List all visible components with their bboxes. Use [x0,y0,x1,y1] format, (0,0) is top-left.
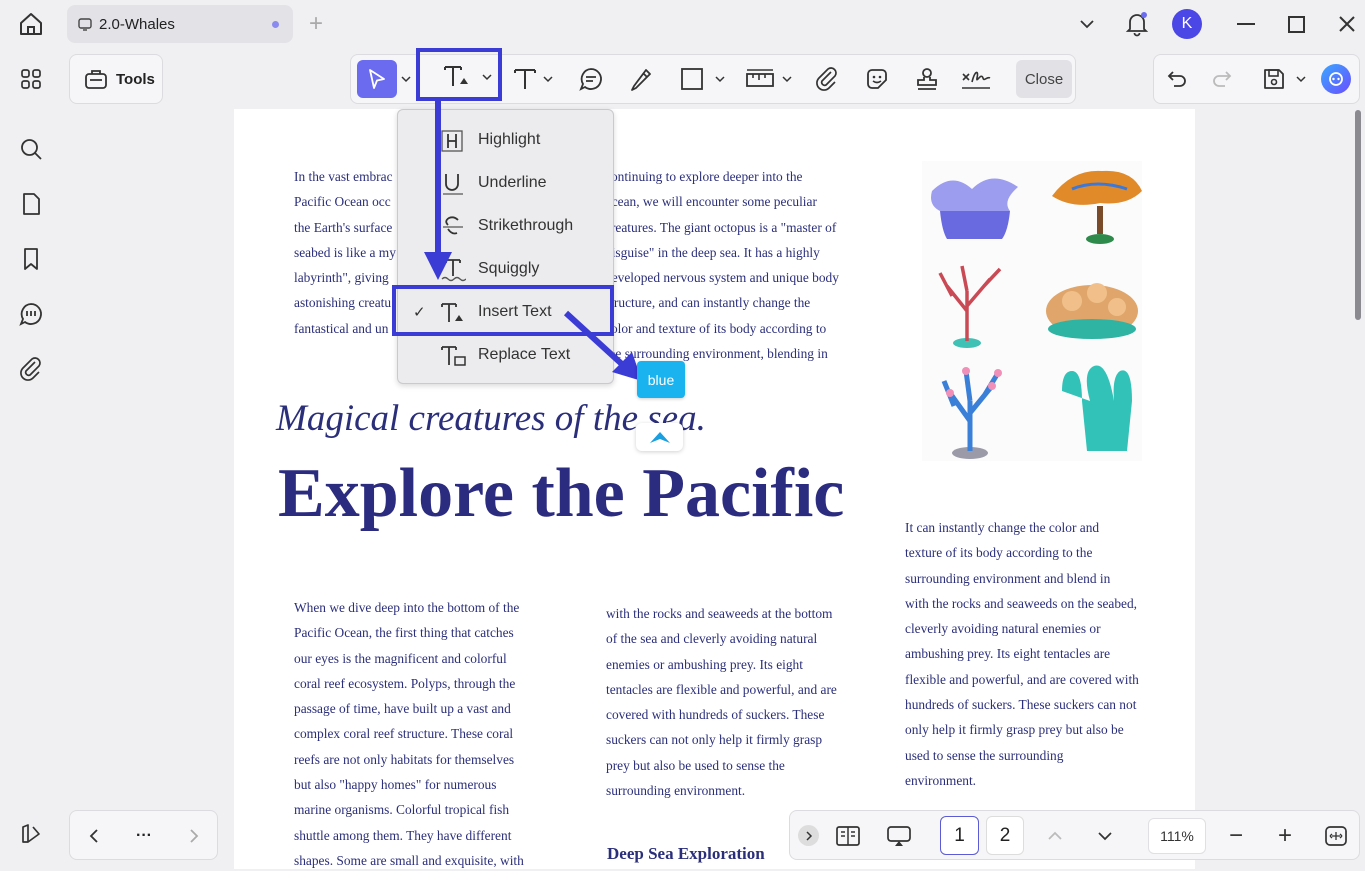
zoom-level-field[interactable]: 111% [1148,818,1206,854]
presentation-icon[interactable] [882,816,916,856]
chevron-right-icon[interactable] [182,816,206,856]
fit-page-icon[interactable] [1322,816,1350,856]
arrow-diagonal-shaft [563,310,627,369]
page-1-button[interactable]: 1 [940,816,979,855]
chevron-down-icon[interactable] [1092,816,1118,856]
more-options-button[interactable]: ··· [130,816,158,856]
two-page-view-icon[interactable] [832,816,864,856]
zoom-out-button[interactable]: − [1222,816,1250,856]
arrow-down-head [424,252,452,280]
caret-icon [649,432,670,443]
chevron-left-icon[interactable] [82,816,106,856]
expand-bar-icon[interactable] [798,825,819,846]
insert-caret-marker[interactable] [636,423,683,451]
chevron-up-icon[interactable] [1042,816,1068,856]
color-tooltip: blue [637,361,685,398]
page-2-button[interactable]: 2 [986,816,1024,855]
zoom-in-button[interactable]: + [1271,816,1299,856]
